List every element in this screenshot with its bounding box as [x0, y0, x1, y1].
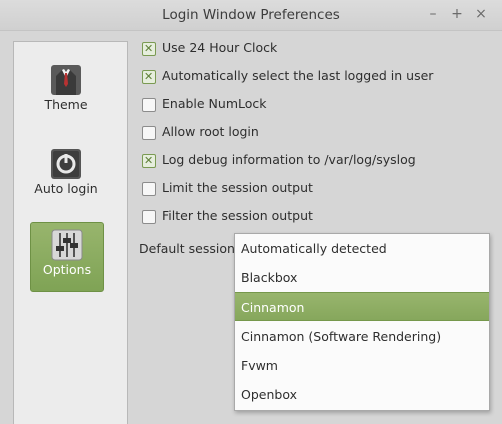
checkbox[interactable]: ✕ [142, 154, 156, 168]
sliders-icon [51, 229, 83, 261]
option-label: Limit the session output [162, 180, 313, 195]
checkbox[interactable] [142, 126, 156, 140]
sidebar-item-label: Options [42, 262, 92, 277]
session-option-fvwm[interactable]: Fvwm [235, 351, 489, 380]
maximize-button[interactable]: + [448, 5, 466, 23]
sidebar-item-label: Auto login [34, 181, 98, 196]
default-session-dropdown-menu[interactable]: Automatically detected Blackbox Cinnamon… [234, 233, 490, 411]
sidebar-item-options[interactable]: Options [30, 222, 104, 292]
login-window-preferences: Login Window Preferences – + × Theme Aut… [0, 0, 502, 424]
option-label: Enable NumLock [162, 96, 267, 111]
option-label: Filter the session output [162, 208, 313, 223]
checkbox[interactable]: ✕ [142, 42, 156, 56]
option-label: Log debug information to /var/log/syslog [162, 152, 416, 167]
sidebar-item-auto-login[interactable]: Auto login [30, 142, 102, 210]
option-label: Automatically select the last logged in … [162, 68, 434, 83]
power-icon [51, 149, 81, 179]
checkbox[interactable] [142, 210, 156, 224]
session-option-blackbox[interactable]: Blackbox [235, 263, 489, 292]
close-button[interactable]: × [472, 5, 490, 23]
option-label: Allow root login [162, 124, 259, 139]
checkbox[interactable]: ✕ [142, 70, 156, 84]
session-option-cinnamon-software[interactable]: Cinnamon (Software Rendering) [235, 322, 489, 351]
title-bar[interactable]: Login Window Preferences – + × [0, 0, 502, 31]
option-label: Use 24 Hour Clock [162, 40, 278, 55]
minimize-button[interactable]: – [424, 5, 442, 23]
sidebar-item-theme[interactable]: Theme [30, 58, 102, 126]
default-session-label: Default session: [139, 241, 240, 256]
tuxedo-icon [51, 65, 81, 95]
sidebar: Theme Auto login Options [13, 41, 128, 424]
checkbox[interactable] [142, 98, 156, 112]
session-option-openbox[interactable]: Openbox [235, 380, 489, 409]
checkbox[interactable] [142, 182, 156, 196]
session-option-automatic[interactable]: Automatically detected [235, 234, 489, 263]
sidebar-item-label: Theme [44, 97, 88, 112]
session-option-cinnamon[interactable]: Cinnamon [235, 292, 489, 321]
